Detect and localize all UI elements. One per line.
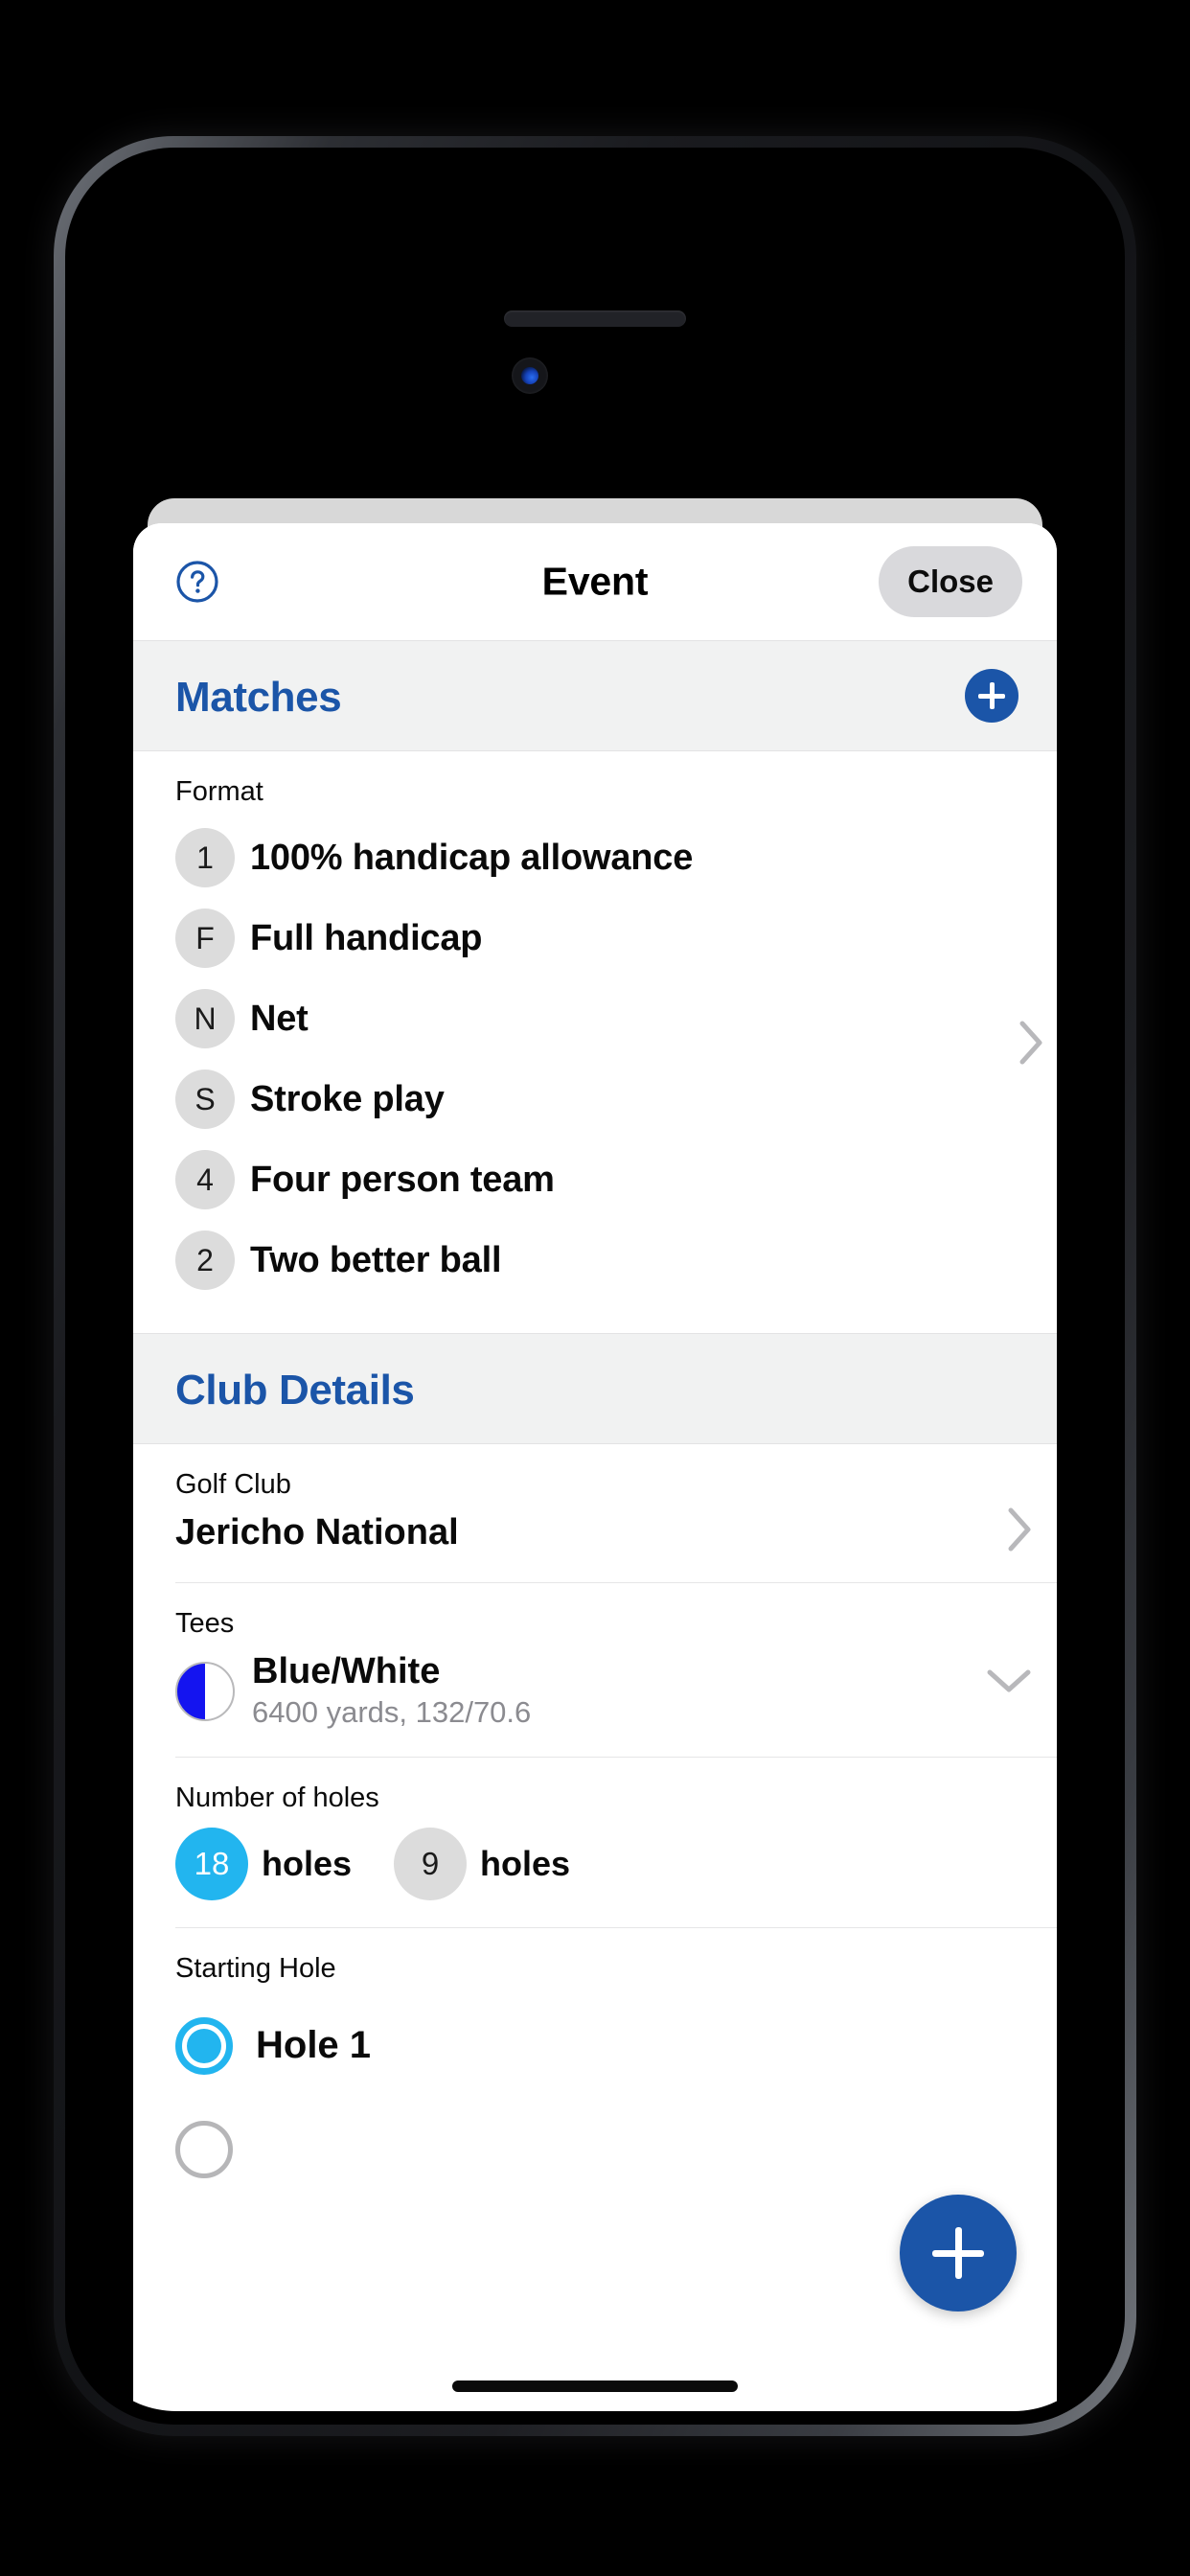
holes-unit-label: holes bbox=[262, 1843, 353, 1883]
format-text: Four person team bbox=[250, 1159, 555, 1200]
holes-count-badge: 9 bbox=[394, 1827, 468, 1900]
golf-club-label: Golf Club bbox=[175, 1469, 291, 1500]
starting-hole-option-2[interactable] bbox=[175, 2098, 1015, 2201]
tees-row[interactable]: Tees Blue/White 6400 yards, 132/70.6 bbox=[133, 1583, 1057, 1757]
add-match-button[interactable] bbox=[965, 669, 1018, 723]
chevron-right-icon bbox=[1003, 1503, 1036, 1556]
format-badge: N bbox=[175, 989, 235, 1048]
number-of-holes-label: Number of holes bbox=[175, 1782, 379, 1813]
club-details-section-header: Club Details bbox=[133, 1333, 1057, 1444]
format-row: N Net bbox=[175, 978, 1015, 1059]
phone-bezel: Event Close Matches Format 1 100% handic… bbox=[65, 148, 1125, 2425]
starting-hole-option-1[interactable]: Hole 1 bbox=[175, 1994, 1015, 2098]
golf-club-value: Jericho National bbox=[175, 1512, 459, 1552]
format-label: Format bbox=[175, 776, 263, 807]
format-text: Full handicap bbox=[250, 917, 483, 958]
holes-unit-label: holes bbox=[480, 1843, 571, 1883]
holes-count-badge: 18 bbox=[175, 1827, 248, 1900]
event-modal-sheet: Event Close Matches Format 1 100% handic… bbox=[133, 523, 1057, 2411]
format-text: Stroke play bbox=[250, 1078, 445, 1119]
format-text: Net bbox=[250, 998, 309, 1039]
tees-label: Tees bbox=[175, 1608, 235, 1639]
format-row: 2 Two better ball bbox=[175, 1220, 1015, 1300]
format-row: F Full handicap bbox=[175, 898, 1015, 978]
format-text: Two better ball bbox=[250, 1239, 502, 1280]
home-indicator[interactable] bbox=[452, 2380, 738, 2392]
format-badge: 2 bbox=[175, 1230, 235, 1290]
holes-option-18[interactable]: 18 holes bbox=[175, 1827, 353, 1900]
modal-header: Event Close bbox=[133, 523, 1057, 640]
format-badge: 1 bbox=[175, 828, 235, 887]
starting-hole-option-label: Hole 1 bbox=[256, 2024, 372, 2067]
tee-marker-half-blue-white-icon bbox=[175, 1661, 235, 1721]
radio-selected-icon bbox=[175, 2016, 233, 2075]
matches-title: Matches bbox=[175, 674, 342, 721]
chevron-right-icon bbox=[1015, 1016, 1047, 1070]
format-badge: S bbox=[175, 1070, 235, 1129]
club-details-title: Club Details bbox=[175, 1367, 415, 1414]
starting-hole-row: Starting Hole Hole 1 bbox=[133, 1928, 1057, 2201]
phone-frame: Event Close Matches Format 1 100% handic… bbox=[54, 136, 1136, 2436]
golf-club-row[interactable]: Golf Club Jericho National bbox=[133, 1444, 1057, 1582]
format-row: 4 Four person team bbox=[175, 1139, 1015, 1220]
earpiece-speaker bbox=[504, 310, 686, 327]
phone-screen: Event Close Matches Format 1 100% handic… bbox=[79, 161, 1111, 2411]
format-text: 100% handicap allowance bbox=[250, 837, 694, 878]
starting-hole-label: Starting Hole bbox=[175, 1952, 336, 1984]
matches-section-header: Matches bbox=[133, 640, 1057, 751]
format-row: 1 100% handicap allowance bbox=[175, 817, 1015, 898]
format-badge: 4 bbox=[175, 1150, 235, 1209]
radio-unselected-icon bbox=[175, 2120, 233, 2178]
holes-option-9[interactable]: 9 holes bbox=[394, 1827, 571, 1900]
tee-details: 6400 yards, 132/70.6 bbox=[252, 1694, 532, 1729]
chevron-down-icon[interactable] bbox=[982, 1664, 1036, 1696]
format-badge: F bbox=[175, 908, 235, 968]
add-fab-button[interactable] bbox=[900, 2195, 1017, 2312]
tee-name: Blue/White bbox=[252, 1651, 441, 1691]
number-of-holes-row: Number of holes 18 holes 9 holes bbox=[133, 1758, 1057, 1927]
screenshot-stage: Event Close Matches Format 1 100% handic… bbox=[0, 0, 1190, 2576]
format-panel[interactable]: Format 1 100% handicap allowance F Full … bbox=[133, 751, 1057, 1333]
close-button[interactable]: Close bbox=[879, 546, 1022, 617]
club-details-panel: Golf Club Jericho National Tees Blue/Whi… bbox=[133, 1444, 1057, 2201]
format-row: S Stroke play bbox=[175, 1059, 1015, 1139]
front-camera bbox=[512, 357, 548, 394]
